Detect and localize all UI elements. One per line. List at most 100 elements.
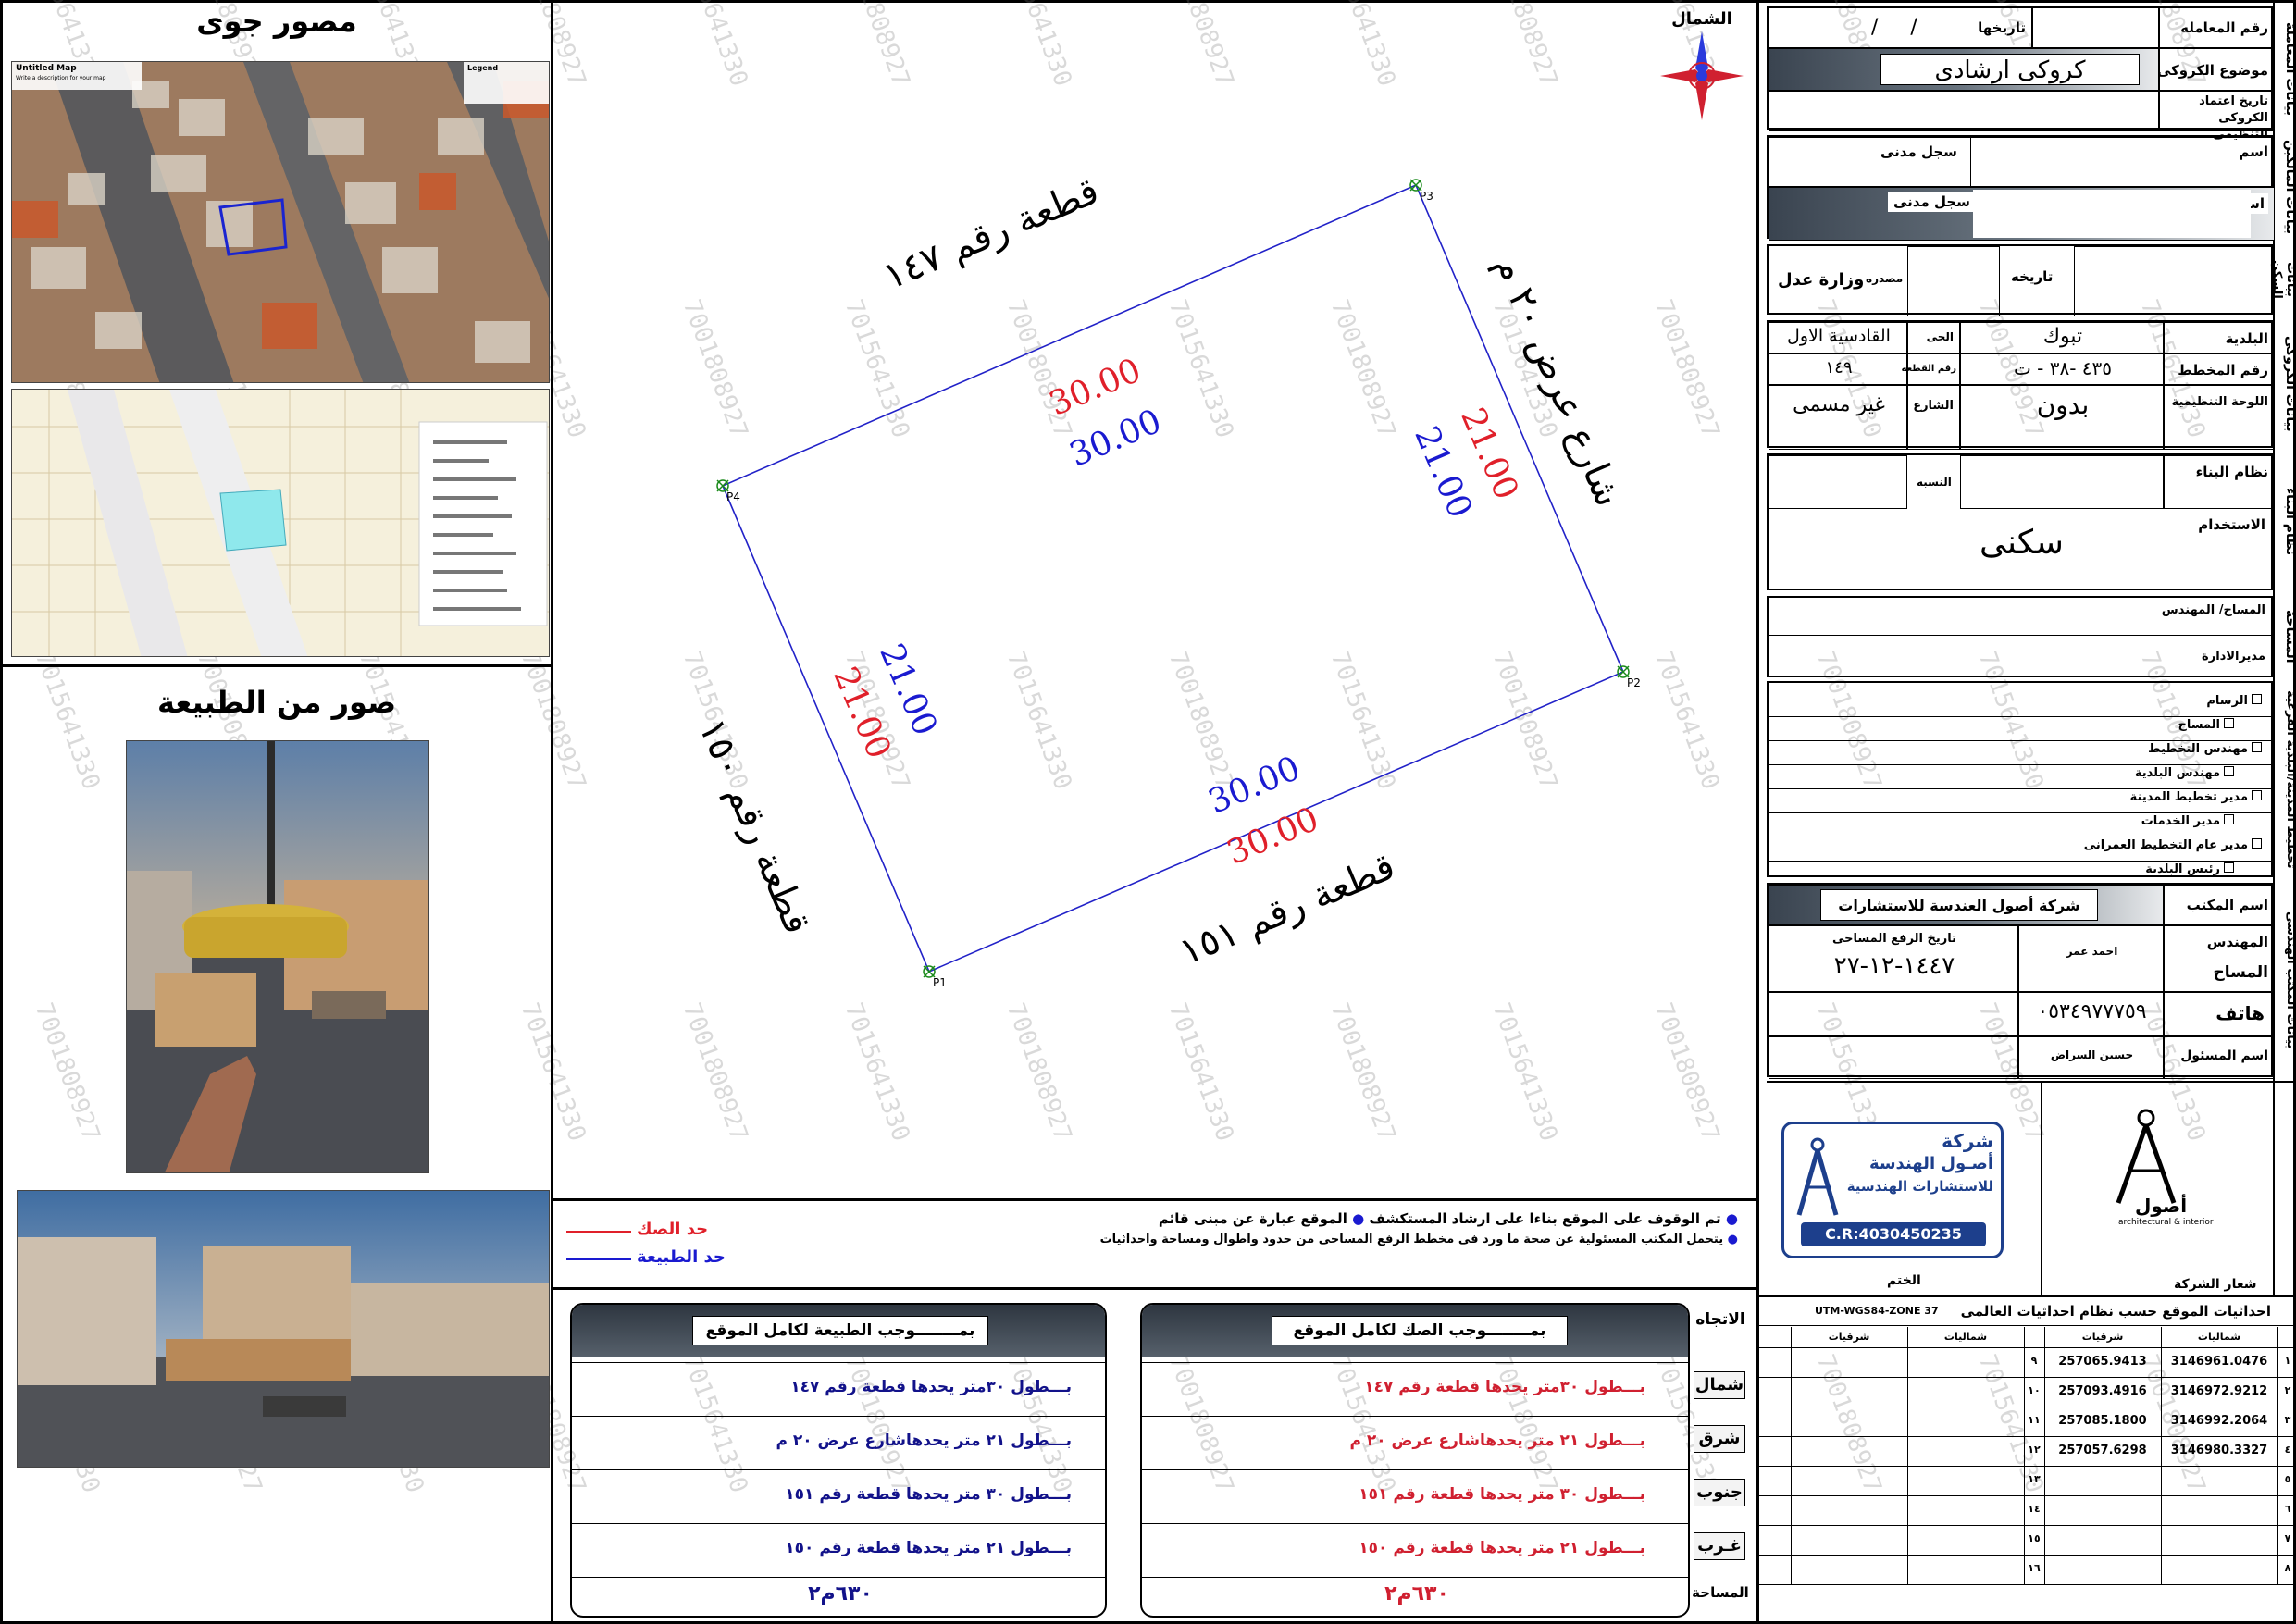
planning-checkbox[interactable] (2252, 694, 2262, 704)
planning-side-label: تخطيط المدينة/البلدية الفرعية (2284, 689, 2296, 869)
note-line-1: ● تم الوقوف على الموقع بناءا على ارشاد ا… (1159, 1210, 1738, 1227)
deed-mid[interactable] (1907, 246, 2000, 316)
office-name-value: شركة أصول العندسة للاستشارات (1820, 889, 2098, 921)
survey-date-value: ١٤٤٧-١٢-٢٧ (1833, 952, 1955, 980)
coords-east-left: 257093.4916 (2058, 1384, 2147, 1398)
planning-block: الرسام المساح مهندس التخطيط مهندس البلدية مد… (1767, 681, 2275, 886)
planning-checkbox[interactable] (2224, 766, 2234, 776)
coords-row-divider (1759, 1466, 2296, 1467)
responsible-empty[interactable] (1769, 1036, 2018, 1079)
coords-north-left: 3146980.3327 (2170, 1444, 2268, 1457)
left-column: مصور جوى Untitled Map Write a descriptio… (0, 0, 553, 1624)
planning-checkbox[interactable] (2224, 718, 2234, 728)
street-value: غير مسمى (1793, 393, 1885, 416)
planning-checkbox[interactable] (2224, 814, 2234, 824)
deed-row-text: بـــطول ٢١ متر يحدها قطعة رقم ١٥٠ (1359, 1539, 1645, 1557)
deed-area-value: ٦٣٠م٢ (1384, 1582, 1449, 1605)
boundaries-section: بمــــــــوجب الطبيعة لكامل الموقع بـــط… (553, 1290, 1756, 1624)
planning-item[interactable]: الرسام (2206, 694, 2262, 708)
vertex-label-p1: P1 (933, 976, 947, 989)
tx-subject-value-cell: كروكى ارشادى (1769, 48, 2159, 91)
plot-drawing: P1 P2 P3 P4 (716, 179, 1641, 989)
coords-serial-left: ٧ (2284, 1532, 2291, 1544)
deed-date-value[interactable] (2074, 246, 2275, 316)
planning-checkbox[interactable] (2252, 790, 2262, 800)
stamp-company: شركة (1942, 1130, 1993, 1152)
nature-row-text: بـــطول ٢١ متر يحدهاشارع عرض ٢٠ م (776, 1432, 1072, 1450)
phone-empty[interactable] (1769, 992, 2018, 1036)
mini-map-legend: Legend (467, 64, 499, 72)
tx-subject-label-cell: موضوع الكروكى (2157, 48, 2275, 91)
nature-row: بـــطول ٣٠ متر يحدها قطعة رقم ١٥١ (572, 1469, 1105, 1523)
company-stamp: شركة أصـول الهندسة للاستشارات الهندسية C… (1781, 1122, 2004, 1258)
nature-area-value: ٦٣٠م٢ (808, 1582, 873, 1605)
planning-item[interactable]: مدير الخدمات (2141, 814, 2234, 828)
survey-date-label: تاريخ الرفع المساحى (1831, 932, 1957, 946)
survey-engineer-label: المساح/ المهندس (2161, 603, 2265, 617)
owner2-value[interactable] (1973, 190, 2251, 238)
planning-item[interactable]: مدير تخطيط المدينة (2130, 790, 2262, 804)
owner1-name-label: اسم (2239, 143, 2268, 160)
system-value[interactable] (1960, 455, 2164, 509)
engineer-label: المهندس (2206, 934, 2268, 950)
planning-item-label: مدير تخطيط المدينة (2129, 790, 2248, 804)
planning-checkbox[interactable] (2252, 838, 2262, 849)
survey-block: المساح/ المهندس مديرالادارة (1767, 596, 2275, 677)
coords-serial-left: ٢ (2284, 1384, 2291, 1396)
tx-number-value[interactable] (2032, 7, 2159, 48)
street-value-cell: غير مسمى (1769, 385, 1907, 450)
system-label: نظام البناء (2195, 464, 2268, 480)
plot-number-value-cell: ١٤٩ (1769, 353, 1907, 385)
municipality-value-cell: تبوك (1960, 322, 2164, 353)
phone-label-cell: هاتف (2164, 992, 2275, 1036)
office-name-label-cell: اسم المكتب (2164, 885, 2275, 925)
deed-table: بمــــــــوجب الصك لكامل الموقع بـــطول … (1140, 1303, 1690, 1618)
nature-row: بـــطول ٢١ متر يحدهاشارع عرض ٢٠ م (572, 1416, 1105, 1469)
planning-item[interactable]: مهندس البلدية (2135, 766, 2234, 780)
deed-row-text: بـــطول ٢١ متر يحدهاشارع عرض ٢٠ م (1349, 1432, 1645, 1450)
coords-row-divider (1759, 1555, 2296, 1556)
deed-row-text: بـــطول ٣٠ متر يحدها قطعة رقم ١٥١ (1359, 1485, 1645, 1504)
note-bullet-2: ● (1723, 1233, 1738, 1246)
coords-header-east-right: شرقيات (1828, 1331, 1870, 1343)
board-label-cell: اللوحة التنظيمية (2164, 385, 2275, 450)
coords-col-divider (1791, 1327, 1792, 1584)
aerial-drawing (12, 62, 549, 382)
legend-deed-label: حد الصك (637, 1220, 709, 1239)
coords-serial-right: ١٤ (2028, 1503, 2041, 1515)
coords-serial-right: ١٠ (2028, 1384, 2041, 1396)
ratio-value[interactable] (1769, 455, 1907, 509)
survey-manager-label: مديرالادارة (2202, 650, 2265, 663)
coords-col-divider (2277, 1327, 2278, 1584)
direction-2: شرق (1694, 1425, 1745, 1453)
nature-row: بـــطول ٢١ متر يحدها قطعة رقم ١٥٠ (572, 1523, 1105, 1577)
owner1-row: اسم سجل مدنى (1769, 137, 2275, 188)
planning-checkbox[interactable] (2252, 742, 2262, 752)
stamp-label: الختم (1887, 1273, 1921, 1288)
planning-checkbox[interactable] (2224, 862, 2234, 873)
note-text-1b: الموقع عبارة عن مبنى قائم (1158, 1210, 1347, 1227)
coords-col-divider (2161, 1327, 2162, 1584)
building-block: نظام البناء النسبه الاستخدام سكنى (1767, 453, 2275, 590)
tx-approval-value[interactable] (1769, 91, 2159, 131)
coords-east-left: 257085.1800 (2058, 1414, 2147, 1428)
plot-number-value: ١٤٩ (1825, 358, 1853, 378)
deed-row: بـــطول ٢١ متر يحدها قطعة رقم ١٥٠ (1142, 1523, 1688, 1577)
planning-item[interactable]: مهندس التخطيط (2148, 742, 2262, 756)
system-label-cell: نظام البناء (2164, 455, 2275, 509)
planning-item-label: مهندس التخطيط (2148, 742, 2248, 756)
direction-1: شمال (1694, 1371, 1745, 1399)
planning-divider (1769, 812, 2275, 813)
planning-item[interactable]: مدير عام التخطيط العمرانى (2084, 838, 2262, 852)
legend-deed-line (566, 1231, 631, 1233)
coords-serial-right: ٩ (2030, 1355, 2038, 1367)
mini-map-title: Untitled Map (16, 64, 77, 73)
coords-row-divider (1759, 1525, 2296, 1526)
planning-item[interactable]: المساح (2178, 718, 2234, 732)
tx-date-label: تاريخها (1978, 19, 2026, 36)
coords-header-east-left: شرقيات (2081, 1331, 2124, 1343)
vertex-label-p2: P2 (1627, 676, 1641, 689)
responsible-label-cell: اسم المسئول (2164, 1036, 2275, 1079)
coords-row-divider (1759, 1584, 2296, 1585)
planning-item[interactable]: رئيس البلدية (2145, 862, 2234, 876)
